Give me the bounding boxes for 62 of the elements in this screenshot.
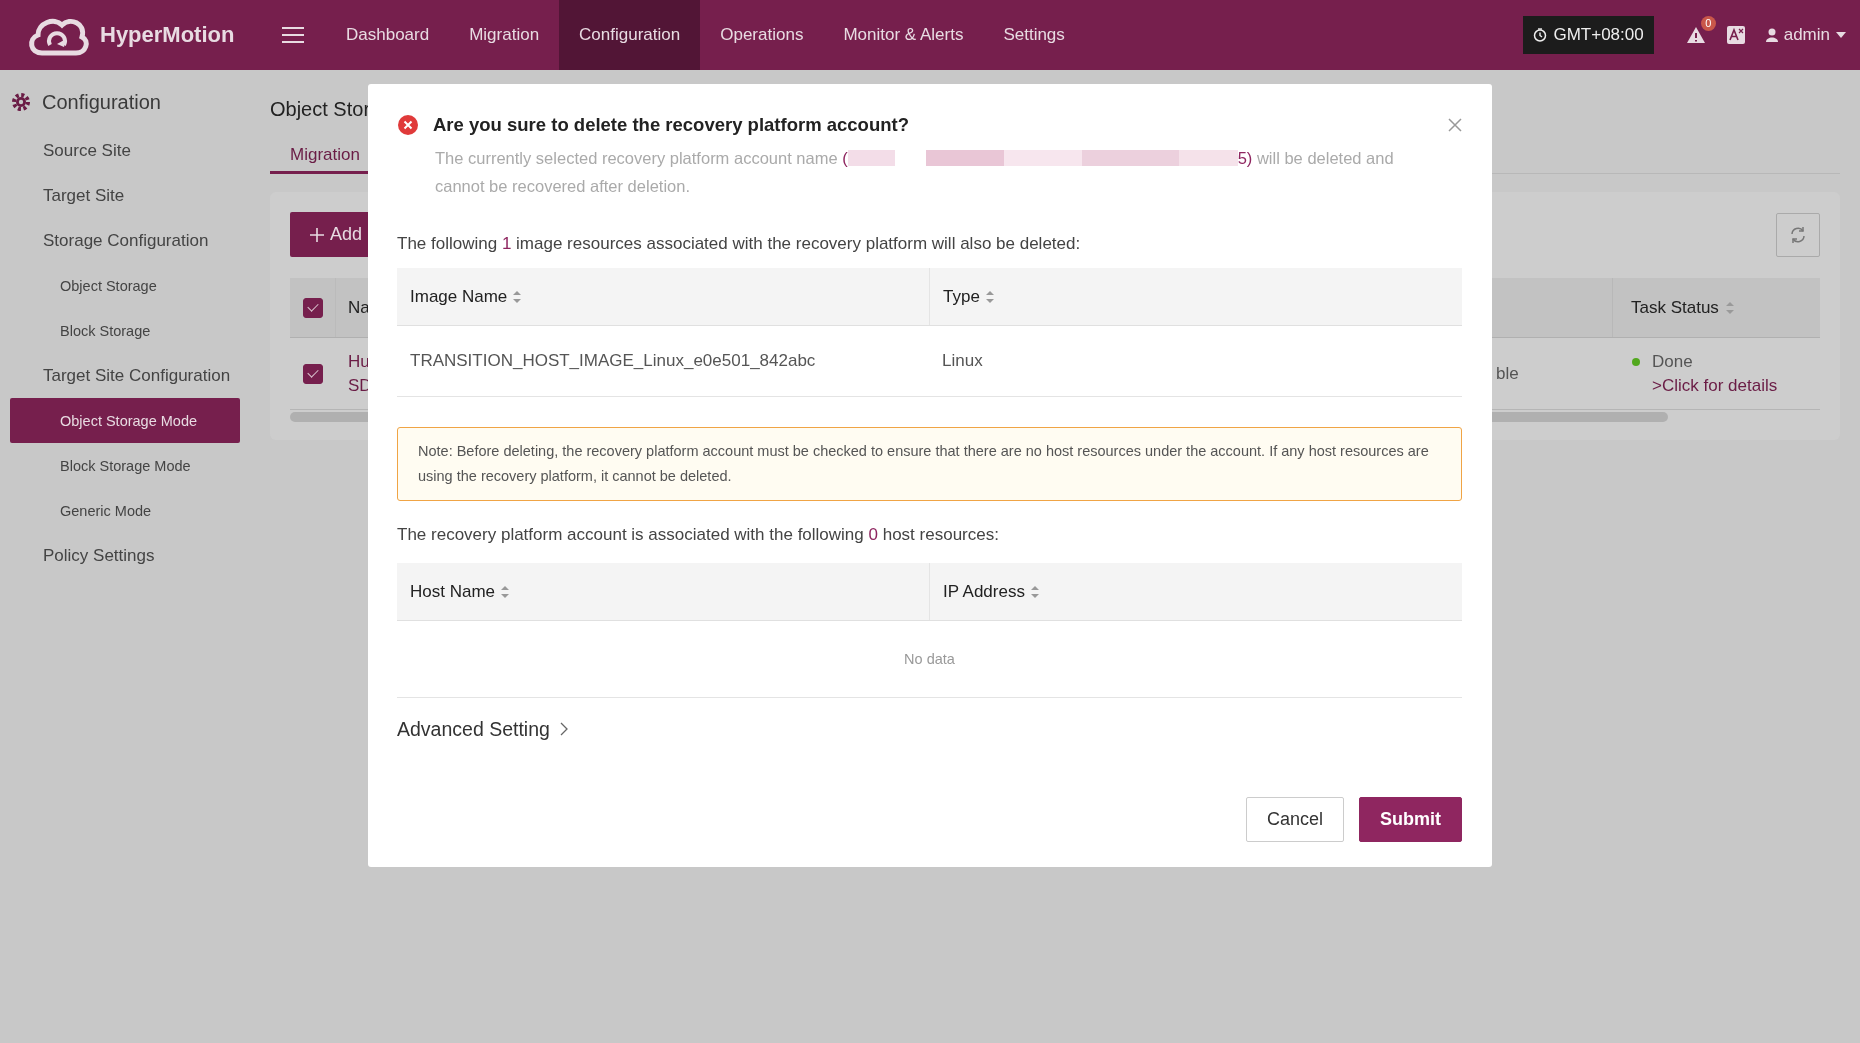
sidebar-item[interactable]: Object Storage Mode bbox=[10, 398, 240, 443]
nav-tab[interactable]: Settings bbox=[983, 0, 1085, 70]
menu-icon bbox=[282, 26, 304, 44]
submit-button[interactable]: Submit bbox=[1359, 797, 1462, 842]
table-cell: ble bbox=[1496, 363, 1519, 384]
chevron-right-icon bbox=[559, 722, 568, 736]
advanced-setting-toggle[interactable]: Advanced Setting bbox=[397, 717, 550, 741]
warning-icon bbox=[1685, 26, 1706, 44]
checkbox[interactable] bbox=[302, 297, 323, 318]
sort-icon bbox=[1029, 584, 1040, 599]
sidebar-item[interactable]: Block Storage Mode bbox=[10, 443, 240, 488]
caret-down-icon bbox=[1836, 32, 1846, 38]
section-text: The following 1 image resources associated with the recovery platform will also be deleted: bbox=[397, 234, 1082, 255]
table-cell: Linux bbox=[942, 351, 983, 371]
column-header[interactable]: Host Name bbox=[410, 581, 496, 602]
error-icon bbox=[397, 114, 419, 136]
table-cell: TRANSITION_HOST_IMAGE_Linux_e0e501_842abc bbox=[410, 351, 816, 371]
sidebar-item[interactable]: Target Site bbox=[10, 173, 240, 218]
section-text: The recovery platform account is associated with the following 0 host resources: bbox=[397, 525, 1000, 546]
gear-icon bbox=[10, 91, 32, 113]
sort-icon bbox=[1724, 300, 1735, 315]
column-header[interactable]: Na bbox=[348, 297, 370, 318]
nav-tab[interactable]: Configuration bbox=[559, 0, 701, 70]
sidebar-item[interactable]: Policy Settings bbox=[10, 533, 240, 578]
alert-count-badge: 0 bbox=[1700, 16, 1716, 31]
sidebar-item[interactable]: Generic Mode bbox=[10, 488, 240, 533]
close-icon[interactable] bbox=[1448, 118, 1462, 132]
translate-icon bbox=[1725, 25, 1746, 45]
details-link[interactable]: >Click for details bbox=[1632, 375, 1778, 396]
dialog-message: The currently selected recovery platform account name ( 5) will be deleted and cannot be recovered after deletion. bbox=[435, 148, 1395, 197]
nav-tab[interactable]: Monitor & Alerts bbox=[823, 0, 984, 70]
nav-tab[interactable]: Migration bbox=[449, 0, 560, 70]
user-icon bbox=[1765, 28, 1778, 42]
checkbox[interactable] bbox=[303, 363, 323, 384]
cancel-button[interactable]: Cancel bbox=[1245, 797, 1344, 842]
timezone-button[interactable]: GMT+08:00 bbox=[1523, 16, 1654, 54]
sidebar-item[interactable]: Block Storage bbox=[10, 308, 240, 353]
refresh-icon bbox=[1789, 225, 1807, 244]
status-text: Done bbox=[1652, 351, 1693, 372]
sidebar-item[interactable]: Storage Configuration bbox=[10, 218, 240, 263]
sidebar-title: Configuration bbox=[42, 90, 161, 114]
sidebar-item[interactable]: Object Storage bbox=[10, 263, 240, 308]
warning-note: Note: Before deleting, the recovery platform account must be checked to ensure that there are no host resources under the account. If any host resources are using the recovery platform, it cannot be deleted. bbox=[397, 427, 1462, 501]
plus-icon bbox=[310, 227, 324, 242]
column-header[interactable]: IP Address bbox=[943, 581, 1025, 602]
sort-icon bbox=[512, 289, 523, 304]
app-logo: HyperMotion bbox=[100, 22, 235, 48]
page-title: Object Stor bbox=[270, 98, 371, 122]
dialog-title: Are you sure to delete the recovery platform account? bbox=[433, 114, 909, 136]
status-dot-icon bbox=[1632, 357, 1640, 366]
column-header[interactable]: Image Name bbox=[410, 286, 508, 307]
sidebar-item[interactable]: Source Site bbox=[10, 128, 240, 173]
column-header[interactable]: Type bbox=[943, 286, 980, 307]
sort-icon bbox=[984, 289, 995, 304]
clock-icon bbox=[1533, 28, 1548, 42]
sidebar-item[interactable]: Target Site Configuration bbox=[10, 353, 240, 398]
sort-icon bbox=[500, 584, 511, 599]
nav-tab[interactable]: Dashboard bbox=[326, 0, 450, 70]
column-header[interactable]: Task Status bbox=[1631, 297, 1719, 318]
empty-text: No data bbox=[904, 651, 955, 667]
user-menu[interactable]: admin bbox=[1783, 25, 1830, 45]
nav-tab[interactable]: Operations bbox=[700, 0, 824, 70]
